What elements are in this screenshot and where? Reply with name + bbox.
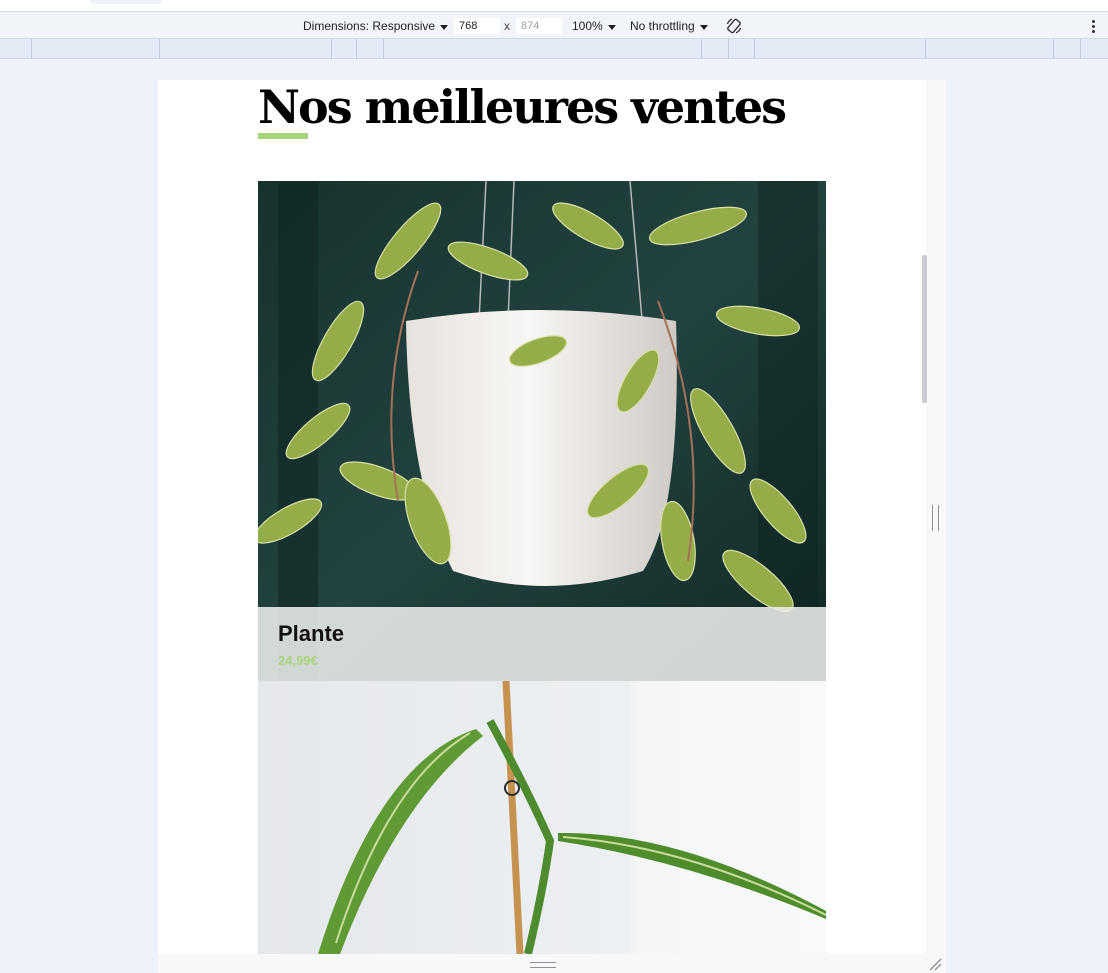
throttling-label: No throttling [630, 19, 695, 33]
tab-edge [90, 0, 162, 4]
dimensions-label: Dimensions: Responsive [303, 19, 436, 33]
right-resize-handle[interactable] [932, 505, 939, 531]
hanging-plant-image [258, 181, 826, 681]
media-query-bar [0, 39, 1108, 59]
throttling-dropdown[interactable]: No throttling [630, 13, 708, 39]
device-viewport: Nos meilleures ventes Plante 24,99€ [158, 80, 926, 954]
browser-top-strip [0, 0, 1108, 12]
times-separator: x [504, 19, 510, 33]
vanilla-plant-image [258, 681, 826, 954]
device-toolbar: Dimensions: Responsive 768 x 874 100% No… [0, 13, 1108, 39]
product-card[interactable] [258, 681, 826, 954]
zoom-dropdown[interactable]: 100% [572, 13, 616, 39]
chevron-down-icon [607, 24, 616, 30]
vertical-scrollbar[interactable] [922, 255, 927, 403]
height-input[interactable]: 874 [516, 18, 562, 34]
product-price: 24,99€ [278, 653, 318, 668]
chevron-down-icon [440, 24, 449, 30]
product-caption: Plante 24,99€ [258, 607, 826, 681]
product-name: Plante [278, 621, 345, 646]
chevron-down-icon [699, 24, 708, 30]
zoom-label: 100% [572, 19, 603, 33]
width-input[interactable]: 768 [454, 18, 500, 34]
rotate-icon[interactable] [725, 17, 743, 35]
dimensions-dropdown[interactable]: Dimensions: Responsive [303, 13, 449, 39]
corner-resize-icon[interactable] [928, 957, 942, 971]
page-title: Nos meilleures ventes [258, 80, 787, 134]
bottom-resize-handle[interactable] [530, 962, 556, 968]
product-card[interactable]: Plante 24,99€ [258, 181, 826, 681]
kebab-menu-icon[interactable] [1086, 18, 1100, 34]
title-underline [258, 133, 308, 139]
